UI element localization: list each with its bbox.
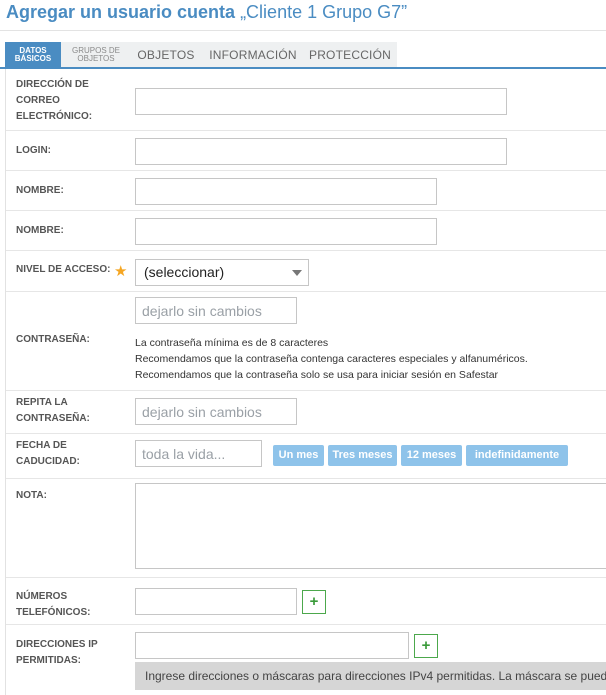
password-repeat-row: REPITA LA CONTRASEÑA: bbox=[6, 390, 606, 434]
add-phone-button[interactable]: + bbox=[302, 590, 326, 614]
client-name: „Cliente 1 Grupo G7” bbox=[240, 2, 408, 22]
required-star-icon: ★ bbox=[114, 263, 128, 280]
page-title: Agregar un usuario cuenta „Cliente 1 Gru… bbox=[6, 2, 407, 23]
tab-object-groups-label: GRUPOS DE OBJETOS bbox=[71, 45, 120, 63]
email-row: DIRECCIÓN DE CORREO ELECTRÓNICO: bbox=[6, 69, 606, 131]
login-row: LOGIN: bbox=[6, 130, 606, 171]
tab-protection[interactable]: PROTECCIÓN bbox=[305, 42, 395, 67]
user-form: DIRECCIÓN DE CORREO ELECTRÓNICO: LOGIN: … bbox=[5, 69, 606, 695]
tab-bar: DATOS BÁSICOS GRUPOS DE OBJETOS OBJETOS … bbox=[5, 42, 397, 67]
expiry-one-month-button[interactable]: Un mes bbox=[273, 445, 324, 466]
tab-basic-data-label: DATOS BÁSICOS bbox=[14, 45, 52, 63]
add-ip-button[interactable]: + bbox=[414, 634, 438, 658]
chevron-down-icon bbox=[292, 270, 302, 276]
password-field[interactable] bbox=[135, 297, 297, 324]
access-level-row: NIVEL DE ACCESO: ★ (seleccionar) bbox=[6, 250, 606, 292]
page-title-text: Agregar un usuario cuenta bbox=[6, 2, 236, 22]
expiry-twelve-months-button[interactable]: 12 meses bbox=[401, 445, 462, 466]
password-hint-min-length: La contraseña mínima es de 8 caracteres bbox=[135, 337, 329, 349]
tab-protection-label: PROTECCIÓN bbox=[308, 47, 391, 62]
password-repeat-field[interactable] bbox=[135, 398, 297, 425]
expiry-indefinite-button[interactable]: indefinidamente bbox=[466, 445, 568, 466]
tab-information-label: INFORMACIÓN bbox=[209, 47, 297, 62]
tab-object-groups[interactable]: GRUPOS DE OBJETOS bbox=[66, 42, 126, 67]
last-name-row: NOMBRE: bbox=[6, 210, 606, 251]
password-label: CONTRASEÑA: bbox=[16, 334, 90, 345]
first-name-label: NOMBRE: bbox=[16, 185, 64, 196]
email-label: DIRECCIÓN DE CORREO ELECTRÓNICO: bbox=[16, 79, 93, 122]
access-level-label: NIVEL DE ACCESO: bbox=[16, 264, 111, 275]
ip-field[interactable] bbox=[135, 632, 409, 659]
note-label: NOTA: bbox=[16, 490, 47, 501]
note-textarea[interactable] bbox=[135, 483, 606, 569]
first-name-field[interactable] bbox=[135, 178, 437, 205]
password-hint-safestar: Recomendamos que la contraseña solo se u… bbox=[135, 369, 499, 381]
password-row: CONTRASEÑA: La contraseña mínima es de 8… bbox=[6, 291, 606, 391]
title-divider bbox=[0, 30, 606, 31]
tab-basic-data[interactable]: DATOS BÁSICOS bbox=[5, 42, 61, 67]
last-name-label: NOMBRE: bbox=[16, 225, 64, 236]
tab-objects[interactable]: OBJETOS bbox=[132, 42, 200, 67]
email-field[interactable] bbox=[135, 88, 507, 115]
access-level-select[interactable]: (seleccionar) bbox=[135, 259, 309, 286]
phones-row: NÚMEROS TELEFÓNICOS: + bbox=[6, 577, 606, 625]
password-hint-special-chars: Recomendamos que la contraseña contenga … bbox=[135, 353, 528, 365]
ip-info-bar: Ingrese direcciones o máscaras para dire… bbox=[135, 662, 606, 690]
ips-label: DIRECCIONES IP PERMITIDAS: bbox=[16, 639, 98, 666]
phone-field[interactable] bbox=[135, 588, 297, 615]
first-name-row: NOMBRE: bbox=[6, 170, 606, 211]
access-level-selected: (seleccionar) bbox=[144, 264, 225, 280]
login-label: LOGIN: bbox=[16, 145, 51, 156]
last-name-field[interactable] bbox=[135, 218, 437, 245]
note-row: NOTA: bbox=[6, 478, 606, 578]
tab-information[interactable]: INFORMACIÓN bbox=[203, 42, 303, 67]
expiry-three-months-button[interactable]: Tres meses bbox=[328, 445, 397, 466]
tab-objects-label: OBJETOS bbox=[137, 47, 195, 62]
phones-label: NÚMEROS TELEFÓNICOS: bbox=[16, 591, 91, 618]
expiry-date-field[interactable] bbox=[135, 440, 262, 467]
expiry-label: FECHA DE CADUCIDAD: bbox=[16, 440, 80, 467]
login-field[interactable] bbox=[135, 138, 507, 165]
password-repeat-label: REPITA LA CONTRASEÑA: bbox=[16, 397, 90, 424]
